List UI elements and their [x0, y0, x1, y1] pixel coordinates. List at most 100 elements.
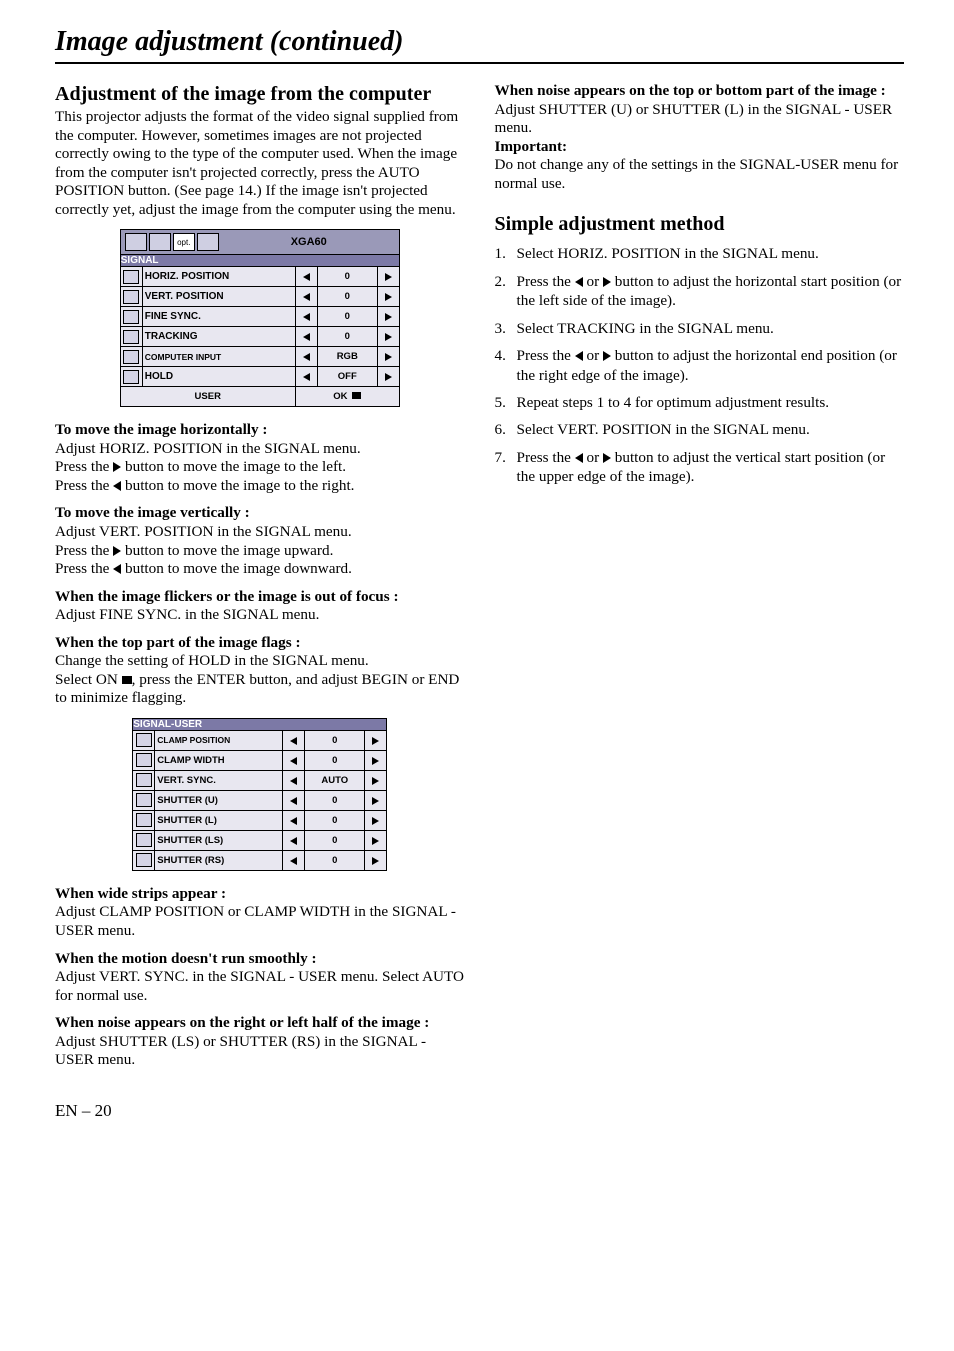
- osd-row-icon: [123, 310, 139, 324]
- osd-footer-ok: OK: [295, 387, 399, 407]
- osd-row-label: HOLD: [142, 367, 295, 387]
- move-h-line1: Adjust HORIZ. POSITION in the SIGNAL men…: [55, 440, 465, 459]
- osd-row-label: FINE SYNC.: [142, 307, 295, 327]
- step-text: Press the or button to adjust the horizo…: [517, 346, 905, 385]
- osd-row: COMPUTER INPUT RGB: [120, 347, 399, 367]
- right-triangle-icon: [603, 453, 611, 463]
- osd-row-icon: [136, 793, 152, 807]
- flicker-body: Adjust FINE SYNC. in the SIGNAL menu.: [55, 606, 465, 625]
- noise-tb-block: When noise appears on the top or bottom …: [495, 82, 905, 193]
- osd2-row: CLAMP POSITION 0: [133, 730, 387, 750]
- right-triangle-icon: [385, 353, 392, 361]
- step-text: Press the or button to adjust the horizo…: [517, 272, 905, 311]
- osd-row-label: COMPUTER INPUT: [142, 347, 295, 367]
- osd2-row-label: SHUTTER (RS): [155, 850, 283, 870]
- osd-row-value: RGB: [317, 347, 377, 367]
- left-triangle-icon: [303, 353, 310, 361]
- motion-title: When the motion doesn't run smoothly :: [55, 950, 465, 969]
- osd2-row: VERT. SYNC. AUTO: [133, 770, 387, 790]
- page-container: Image adjustment (continued) Adjustment …: [55, 26, 904, 1121]
- noise-rl-body: Adjust SHUTTER (LS) or SHUTTER (RS) in t…: [55, 1033, 465, 1070]
- important-body: Do not change any of the settings in the…: [495, 156, 905, 193]
- osd-tab-icon: [149, 233, 171, 251]
- left-triangle-icon: [575, 453, 583, 463]
- osd2-row-value: 0: [305, 850, 365, 870]
- osd-tab-icon: opt.: [173, 233, 195, 251]
- step-item: 3. Select TRACKING in the SIGNAL menu.: [495, 319, 905, 338]
- osd2-row-value: 0: [305, 830, 365, 850]
- step-item: 4. Press the or button to adjust the hor…: [495, 346, 905, 385]
- step-item: 5. Repeat steps 1 to 4 for optimum adjus…: [495, 393, 905, 412]
- step-text: Select VERT. POSITION in the SIGNAL menu…: [517, 420, 905, 439]
- step-number: 1.: [495, 244, 517, 263]
- step-item: 6. Select VERT. POSITION in the SIGNAL m…: [495, 420, 905, 439]
- osd-footer-user: USER: [120, 387, 295, 407]
- osd-top-bar: opt. XGA60: [121, 230, 399, 254]
- osd2-row-label: SHUTTER (U): [155, 790, 283, 810]
- step-text: Select TRACKING in the SIGNAL menu.: [517, 319, 905, 338]
- right-triangle-icon: [372, 857, 379, 865]
- adjustment-body: This projector adjusts the format of the…: [55, 108, 465, 219]
- osd-row-icon: [123, 270, 139, 284]
- noise-tb-body: Adjust SHUTTER (U) or SHUTTER (L) in the…: [495, 101, 905, 138]
- osd-row: FINE SYNC. 0: [120, 307, 399, 327]
- noise-rl-title: When noise appears on the right or left …: [55, 1014, 465, 1033]
- right-triangle-icon: [385, 313, 392, 321]
- osd2-row-label: CLAMP WIDTH: [155, 750, 283, 770]
- noise-rl-block: When noise appears on the right or left …: [55, 1014, 465, 1070]
- osd-row-icon: [123, 350, 139, 364]
- noise-tb-title: When noise appears on the top or bottom …: [495, 82, 905, 101]
- osd2-row-label: SHUTTER (L): [155, 810, 283, 830]
- flags-block: When the top part of the image flags : C…: [55, 634, 465, 708]
- flags-line2: Select ON , press the ENTER button, and …: [55, 671, 465, 708]
- left-triangle-icon: [303, 313, 310, 321]
- right-triangle-icon: [603, 351, 611, 361]
- flicker-block: When the image flickers or the image is …: [55, 588, 465, 625]
- signal-user-menu-table: SIGNAL-USER CLAMP POSITION 0 CLAMP WIDTH…: [132, 718, 387, 871]
- step-number: 6.: [495, 420, 517, 439]
- osd-section-header: SIGNAL: [120, 255, 399, 267]
- osd-footer-row: USER OK: [120, 387, 399, 407]
- osd-row-value: OFF: [317, 367, 377, 387]
- move-horizontally-block: To move the image horizontally : Adjust …: [55, 421, 465, 495]
- osd2-row: SHUTTER (L) 0: [133, 810, 387, 830]
- steps-list: 1. Select HORIZ. POSITION in the SIGNAL …: [495, 244, 905, 487]
- osd2-row: SHUTTER (U) 0: [133, 790, 387, 810]
- left-triangle-icon: [303, 273, 310, 281]
- osd-row: VERT. POSITION 0: [120, 287, 399, 307]
- step-item: 7. Press the or button to adjust the ver…: [495, 448, 905, 487]
- move-h-line3: Press the button to move the image to th…: [55, 477, 465, 496]
- osd2-row: CLAMP WIDTH 0: [133, 750, 387, 770]
- motion-body: Adjust VERT. SYNC. in the SIGNAL - USER …: [55, 968, 465, 1005]
- osd-row-icon: [136, 833, 152, 847]
- left-triangle-icon: [290, 837, 297, 845]
- right-triangle-icon: [603, 277, 611, 287]
- step-number: 4.: [495, 346, 517, 385]
- move-h-line2: Press the button to move the image to th…: [55, 458, 465, 477]
- osd2-row-value: 0: [305, 790, 365, 810]
- step-number: 2.: [495, 272, 517, 311]
- left-triangle-icon: [303, 373, 310, 381]
- step-text: Select HORIZ. POSITION in the SIGNAL men…: [517, 244, 905, 263]
- two-column-layout: Adjustment of the image from the compute…: [55, 82, 904, 1079]
- motion-block: When the motion doesn't run smoothly : A…: [55, 950, 465, 1006]
- osd-row-icon: [136, 853, 152, 867]
- osd2-row-label: SHUTTER (LS): [155, 830, 283, 850]
- osd-row-label: TRACKING: [142, 327, 295, 347]
- osd2-row-label: CLAMP POSITION: [155, 730, 283, 750]
- right-triangle-icon: [372, 817, 379, 825]
- move-vertically-block: To move the image vertically : Adjust VE…: [55, 504, 465, 578]
- osd2-row: SHUTTER (LS) 0: [133, 830, 387, 850]
- page-number: EN – 20: [55, 1101, 904, 1121]
- right-triangle-icon: [372, 777, 379, 785]
- osd-tab-icon: [197, 233, 219, 251]
- right-triangle-icon: [372, 757, 379, 765]
- title-rule: [55, 62, 904, 64]
- right-triangle-icon: [372, 737, 379, 745]
- flags-title: When the top part of the image flags :: [55, 634, 465, 653]
- osd2-row-value: 0: [305, 810, 365, 830]
- signal-menu-table: opt. XGA60 SIGNAL HORIZ. POSITION 0: [120, 229, 400, 407]
- left-triangle-icon: [575, 351, 583, 361]
- osd2-row-value: 0: [305, 730, 365, 750]
- osd-row-icon: [136, 773, 152, 787]
